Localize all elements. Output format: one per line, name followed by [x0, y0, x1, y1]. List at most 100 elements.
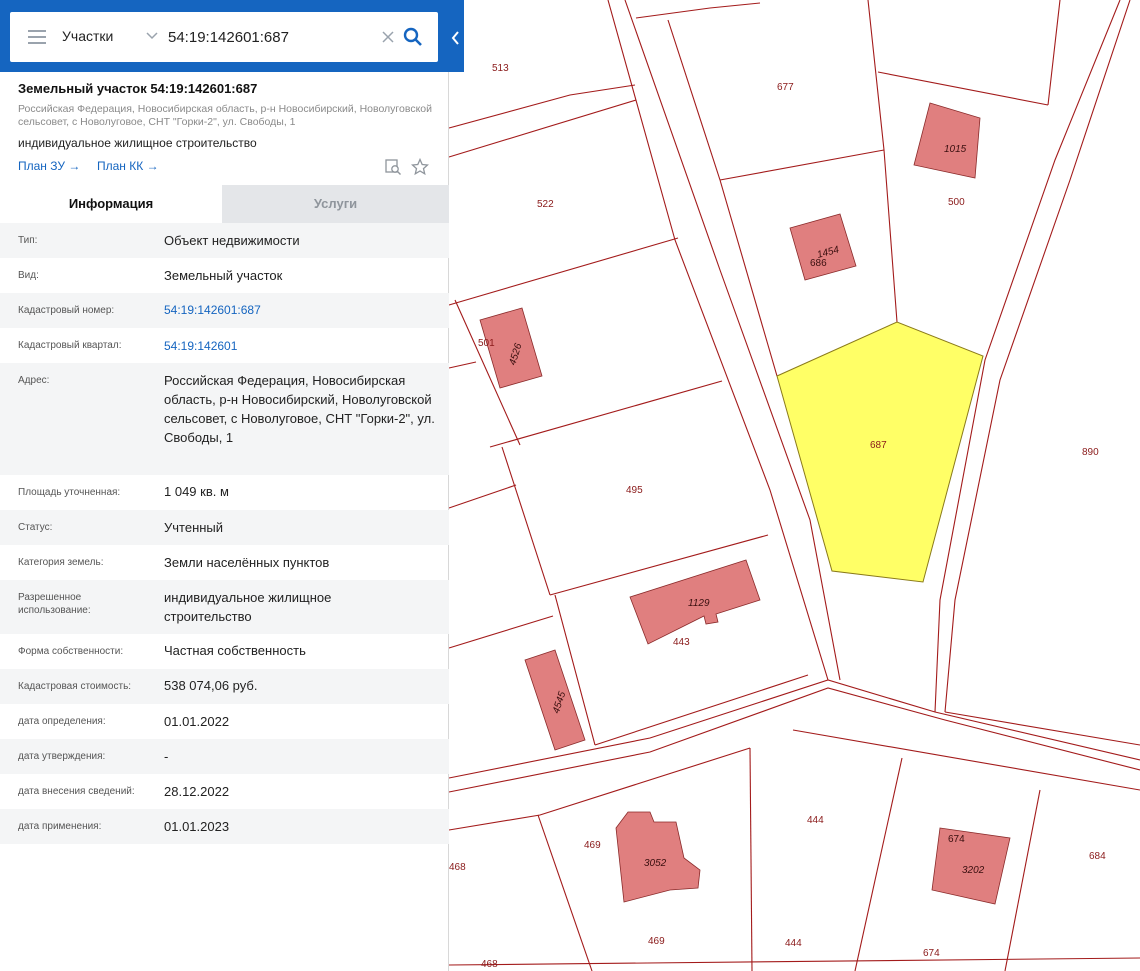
parcel-boundary	[501, 446, 551, 596]
svg-text:495: 495	[626, 485, 643, 496]
detail-label: Площадь уточненная:	[18, 487, 121, 498]
search-input[interactable]	[168, 25, 378, 49]
svg-text:469: 469	[648, 936, 665, 947]
detail-label: Кадастровый номер:	[18, 305, 115, 316]
detail-row: Адрес: Российская Федерация, Новосибирск…	[0, 363, 449, 475]
svg-text:677: 677	[777, 82, 794, 93]
parcel-boundary	[944, 711, 1140, 746]
detail-label: Форма собственности:	[18, 646, 124, 657]
detail-label: дата определения:	[18, 716, 106, 727]
parcel-boundary	[448, 99, 637, 158]
svg-text:468: 468	[481, 959, 498, 970]
parcel-boundary	[667, 19, 721, 181]
detail-row: Разрешенное использование: индивидуально…	[0, 580, 449, 634]
svg-text:3202: 3202	[962, 865, 985, 876]
parcel-boundary	[1047, 0, 1061, 106]
detail-label: Категория земель:	[18, 557, 104, 568]
building-3052[interactable]	[615, 811, 701, 903]
detail-row: Площадь уточненная: 1 049 кв. м	[0, 475, 449, 510]
plan-kk-link[interactable]: План КК →	[97, 159, 159, 173]
parcel-boundary	[448, 957, 1140, 966]
parcel-boundary	[749, 747, 753, 971]
svg-text:1129: 1129	[688, 598, 710, 609]
plan-zu-link[interactable]: План ЗУ →	[18, 159, 80, 173]
detail-value: индивидуальное жилищное строительство	[164, 590, 332, 624]
cadastral-quarter-link[interactable]: 54:19:142601	[164, 337, 439, 356]
detail-value: 01.01.2023	[164, 819, 230, 834]
svg-text:444: 444	[807, 815, 824, 826]
detail-row: Кадастровый квартал: 54:19:142601	[0, 328, 449, 363]
detail-row: дата внесения сведений: 28.12.2022	[0, 774, 449, 809]
detail-value: Частная собственность	[164, 643, 306, 658]
parcel-boundary	[854, 757, 903, 971]
detail-row: Вид: Земельный участок	[0, 258, 449, 293]
detail-label: дата внесения сведений:	[18, 786, 135, 797]
tab-bar: Информация Услуги	[0, 185, 449, 223]
property-details: Тип: Объект недвижимости Вид: Земельный …	[0, 223, 449, 844]
search-icon[interactable]	[402, 26, 424, 48]
menu-icon[interactable]	[28, 30, 46, 44]
find-on-map-icon[interactable]	[384, 158, 402, 176]
detail-label: Статус:	[18, 522, 53, 533]
detail-label: Адрес:	[18, 375, 50, 386]
svg-text:469: 469	[584, 840, 601, 851]
svg-text:468: 468	[449, 862, 466, 873]
detail-row: Форма собственности: Частная собственнос…	[0, 634, 449, 669]
svg-text:684: 684	[1089, 851, 1106, 862]
chevron-down-icon[interactable]	[145, 28, 159, 42]
address-summary: Российская Федерация, Новосибирская обла…	[18, 103, 433, 128]
svg-text:500: 500	[948, 197, 965, 208]
info-panel: Участки Земельный участок 54:19:142601:6…	[0, 0, 464, 971]
permitted-use-summary: индивидуальное жилищное строительство	[18, 136, 257, 150]
detail-label: Тип:	[18, 235, 38, 246]
parcel-boundary	[537, 814, 593, 971]
detail-value: 1 049 кв. м	[164, 484, 229, 499]
detail-value: Учтенный	[164, 520, 224, 535]
detail-label: Разрешенное использование:	[18, 592, 91, 616]
cadastral-number-link[interactable]: 54:19:142601:687	[164, 301, 439, 320]
detail-row: дата утверждения: -	[0, 739, 449, 774]
parcel-boundary	[877, 71, 1049, 106]
svg-text:890: 890	[1082, 447, 1099, 458]
svg-text:674: 674	[923, 948, 940, 959]
svg-text:513: 513	[492, 63, 509, 74]
parcel-boundary	[719, 179, 778, 377]
parcel-boundary	[635, 2, 761, 19]
detail-label: Кадастровый квартал:	[18, 340, 122, 351]
parcel-boundary	[792, 729, 1140, 791]
svg-text:501: 501	[478, 338, 495, 349]
star-icon[interactable]	[411, 158, 429, 176]
building-1015[interactable]	[913, 102, 981, 179]
detail-value: 538 074,06 руб.	[164, 678, 258, 693]
detail-label: Вид:	[18, 270, 39, 281]
close-icon[interactable]	[380, 29, 396, 45]
search-type-select[interactable]: Участки	[62, 28, 113, 44]
detail-label: дата применения:	[18, 821, 102, 832]
detail-value: Земельный участок	[164, 268, 283, 283]
parcel-boundary	[448, 361, 477, 369]
svg-text:443: 443	[673, 637, 690, 648]
detail-row: Кадастровый номер: 54:19:142601:687	[0, 293, 449, 328]
building-1454[interactable]	[789, 213, 857, 281]
svg-text:674: 674	[948, 834, 965, 845]
search-box: Участки	[10, 12, 438, 62]
detail-row: Статус: Учтенный	[0, 510, 449, 545]
detail-value: -	[164, 749, 169, 764]
parcel-boundary	[448, 84, 636, 129]
collapse-panel-icon[interactable]	[448, 24, 464, 52]
detail-row: Тип: Объект недвижимости	[0, 223, 449, 258]
parcel-boundary	[594, 674, 809, 746]
parcel-boundary	[448, 237, 679, 306]
tab-information[interactable]: Информация	[0, 185, 222, 223]
detail-value: Российская Федерация, Новосибирская обла…	[164, 373, 435, 445]
svg-text:686: 686	[810, 258, 827, 269]
svg-text:1015: 1015	[944, 144, 967, 155]
parcel-boundary	[1004, 789, 1041, 971]
parcel-boundary	[448, 615, 554, 649]
tab-services[interactable]: Услуги	[222, 185, 449, 223]
svg-text:522: 522	[537, 199, 554, 210]
detail-value: Объект недвижимости	[164, 233, 300, 248]
parcel-boundary	[719, 149, 885, 181]
parcel-boundary	[448, 484, 517, 509]
selected-parcel-687[interactable]	[776, 321, 984, 583]
